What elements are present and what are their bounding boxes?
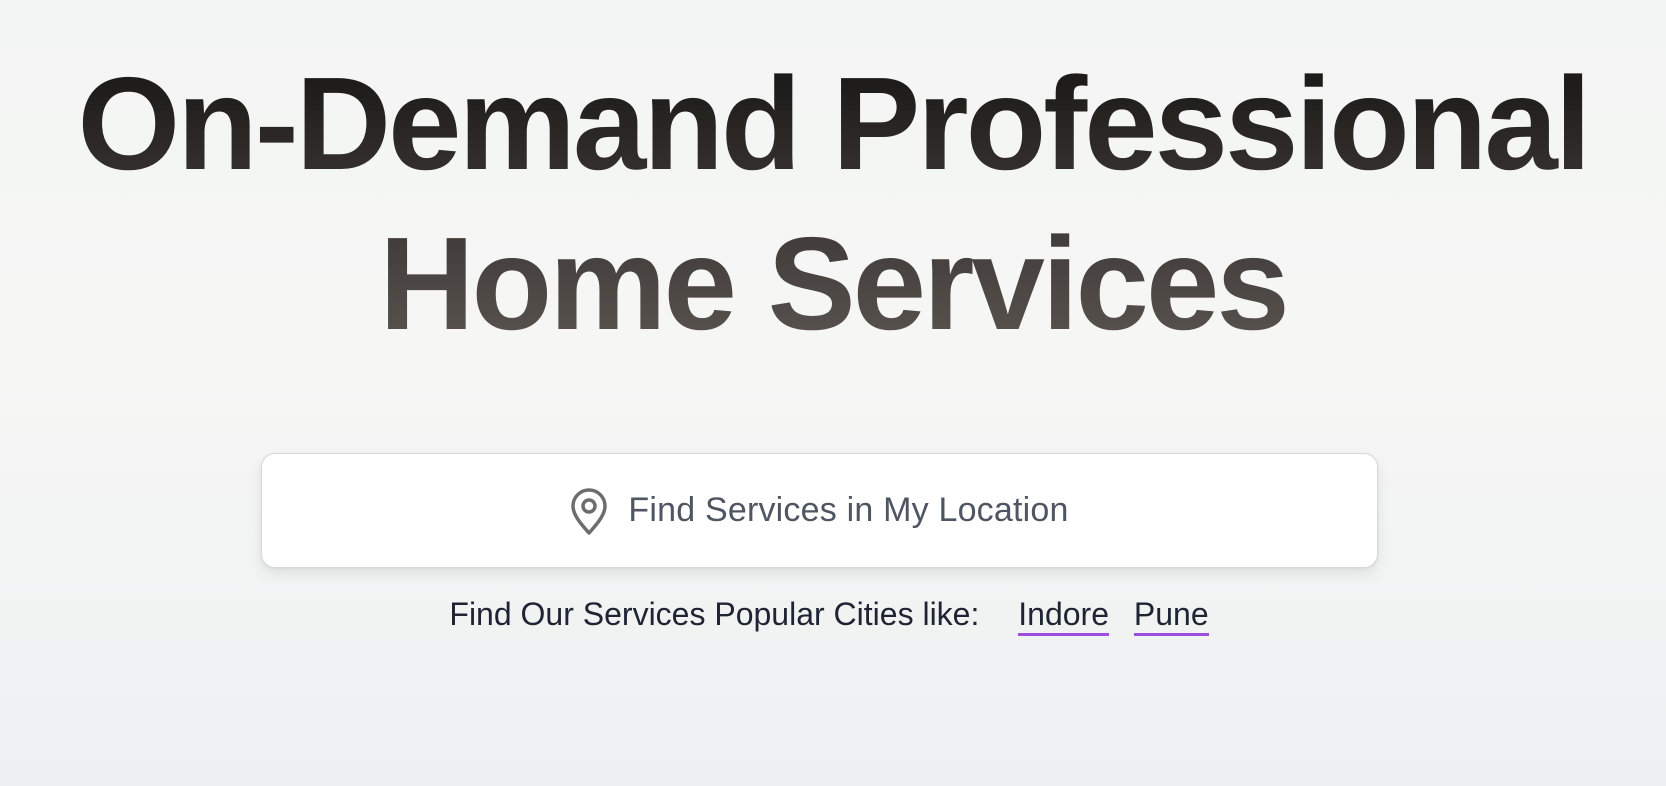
map-pin-icon — [570, 487, 608, 536]
hero-title-line-1: On-Demand Professional — [77, 50, 1589, 197]
popular-cities-label: Find Our Services Popular Cities like: — [449, 596, 980, 632]
hero-title-line-2: Home Services — [379, 210, 1287, 357]
city-link-pune[interactable]: Pune — [1133, 596, 1209, 636]
hero-title: On-Demand Professional Home Services — [0, 44, 1666, 364]
city-link-indore[interactable]: Indore — [1018, 596, 1109, 636]
popular-cities: Find Our Services Popular Cities like: I… — [0, 596, 1666, 636]
find-location-button[interactable]: Find Services in My Location — [261, 453, 1378, 568]
find-location-label: Find Services in My Location — [628, 491, 1069, 529]
hero-section: On-Demand Professional Home Services Fin… — [0, 0, 1666, 786]
